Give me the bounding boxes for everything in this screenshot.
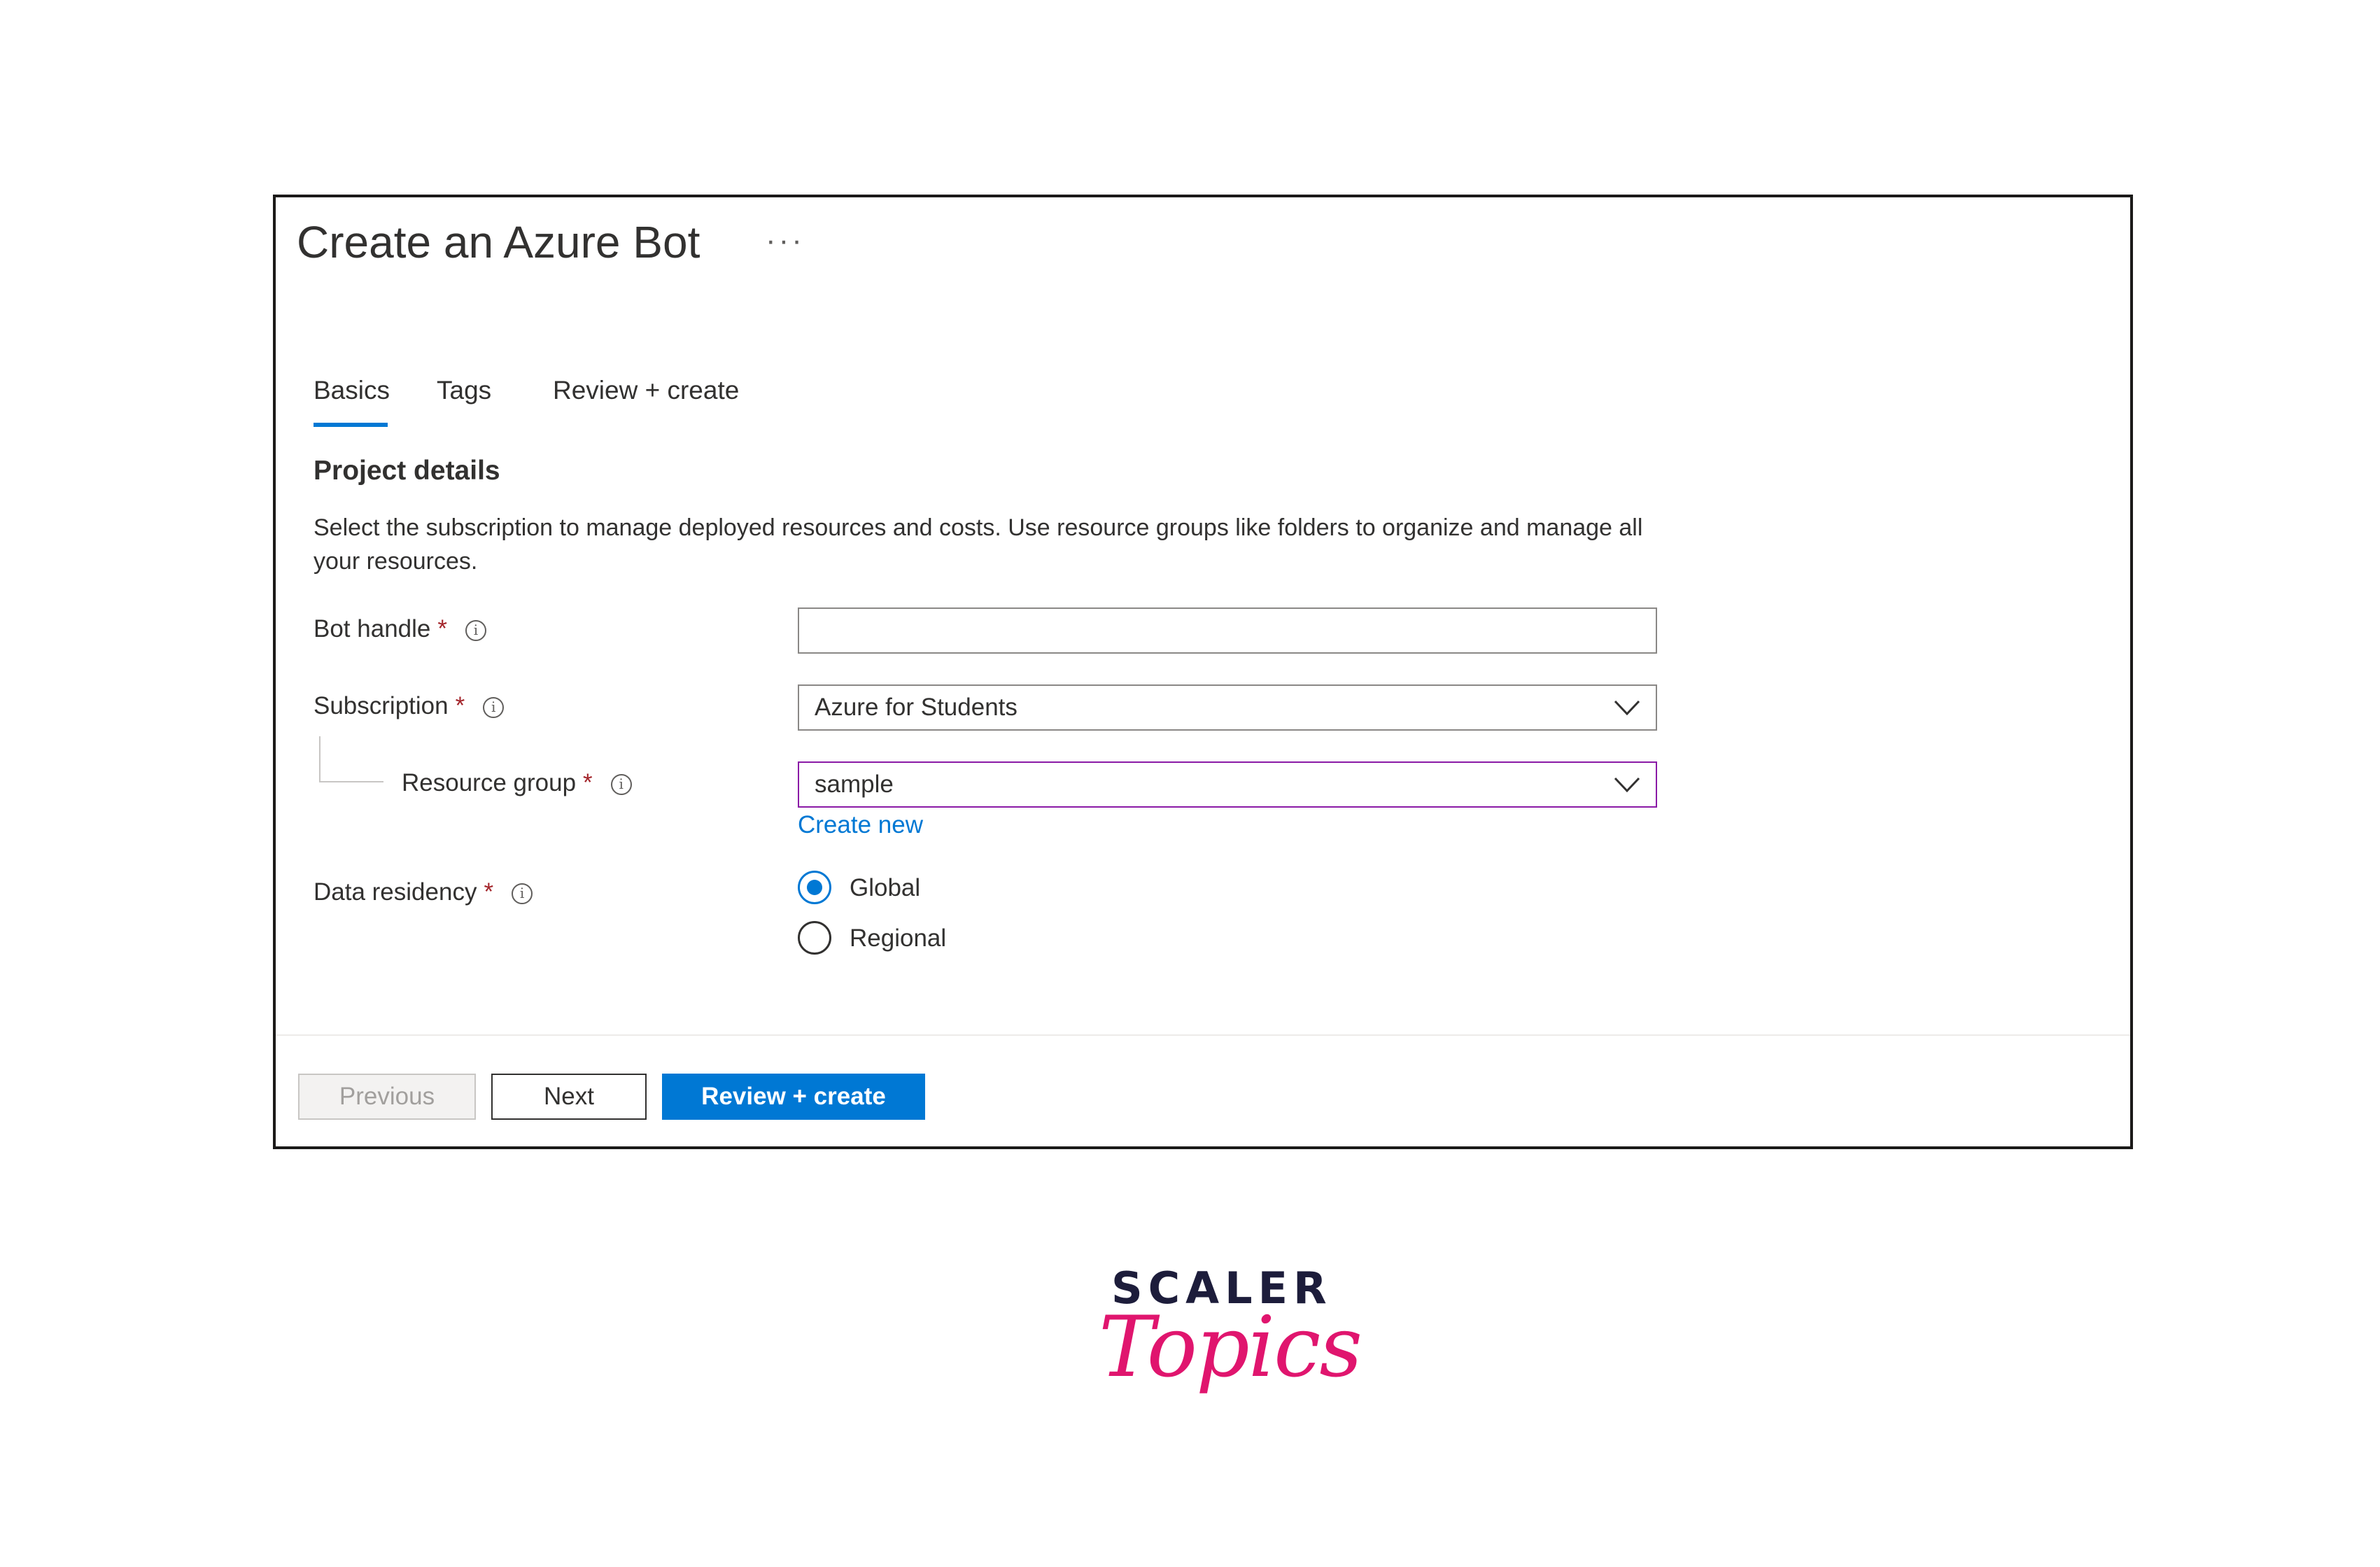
- radio-label-global: Global: [850, 874, 921, 901]
- data-residency-label-text: Data residency: [314, 878, 477, 906]
- bot-handle-label-text: Bot handle: [314, 615, 431, 642]
- resource-group-value: sample: [815, 771, 894, 798]
- chevron-down-icon: [1614, 700, 1640, 716]
- next-button[interactable]: Next: [491, 1074, 647, 1120]
- required-marker: *: [484, 878, 494, 906]
- section-title-project-details: Project details: [314, 456, 500, 486]
- create-azure-bot-panel: Create an Azure Bot ··· Basics Tags Revi…: [273, 195, 2133, 1149]
- create-new-link[interactable]: Create new: [798, 810, 923, 840]
- footer-divider: [276, 1034, 2130, 1036]
- resource-group-label: Resource group * i: [402, 768, 632, 798]
- scaler-topics-logo: SCALER Topics: [1099, 1267, 1362, 1449]
- resource-group-dropdown[interactable]: sample: [798, 761, 1657, 808]
- bot-handle-label: Bot handle * i: [314, 614, 486, 644]
- info-circle-icon[interactable]: i: [512, 883, 533, 904]
- tab-review-create[interactable]: Review + create: [553, 374, 739, 407]
- bot-handle-input[interactable]: [798, 607, 1657, 654]
- info-circle-icon[interactable]: i: [483, 696, 505, 718]
- tree-connector: [319, 736, 383, 782]
- subscription-value: Azure for Students: [815, 694, 1018, 721]
- review-create-button[interactable]: Review + create: [662, 1074, 925, 1120]
- tab-basics[interactable]: Basics: [314, 374, 390, 407]
- info-circle-icon[interactable]: i: [465, 619, 486, 641]
- subscription-label: Subscription * i: [314, 691, 505, 721]
- radio-button-global[interactable]: [798, 871, 831, 904]
- required-marker: *: [437, 615, 447, 642]
- active-tab-indicator: [314, 423, 388, 427]
- logo-wordmark-bottom: Topics: [1099, 1299, 1362, 1396]
- subscription-label-text: Subscription: [314, 692, 449, 719]
- tab-tags[interactable]: Tags: [437, 374, 491, 407]
- section-description: Select the subscription to manage deploy…: [314, 514, 1643, 575]
- page-title: Create an Azure Bot: [297, 217, 700, 267]
- subscription-dropdown[interactable]: Azure for Students: [798, 684, 1657, 731]
- radio-label-regional: Regional: [850, 925, 947, 952]
- required-marker: *: [455, 692, 465, 719]
- radio-button-regional[interactable]: [798, 921, 831, 955]
- previous-button[interactable]: Previous: [298, 1074, 476, 1120]
- resource-group-label-text: Resource group: [402, 769, 577, 796]
- required-marker: *: [583, 769, 593, 796]
- data-residency-label: Data residency * i: [314, 878, 533, 907]
- more-ellipsis-icon[interactable]: ···: [766, 225, 805, 256]
- chevron-down-icon: [1614, 777, 1640, 793]
- info-circle-icon[interactable]: i: [610, 773, 632, 795]
